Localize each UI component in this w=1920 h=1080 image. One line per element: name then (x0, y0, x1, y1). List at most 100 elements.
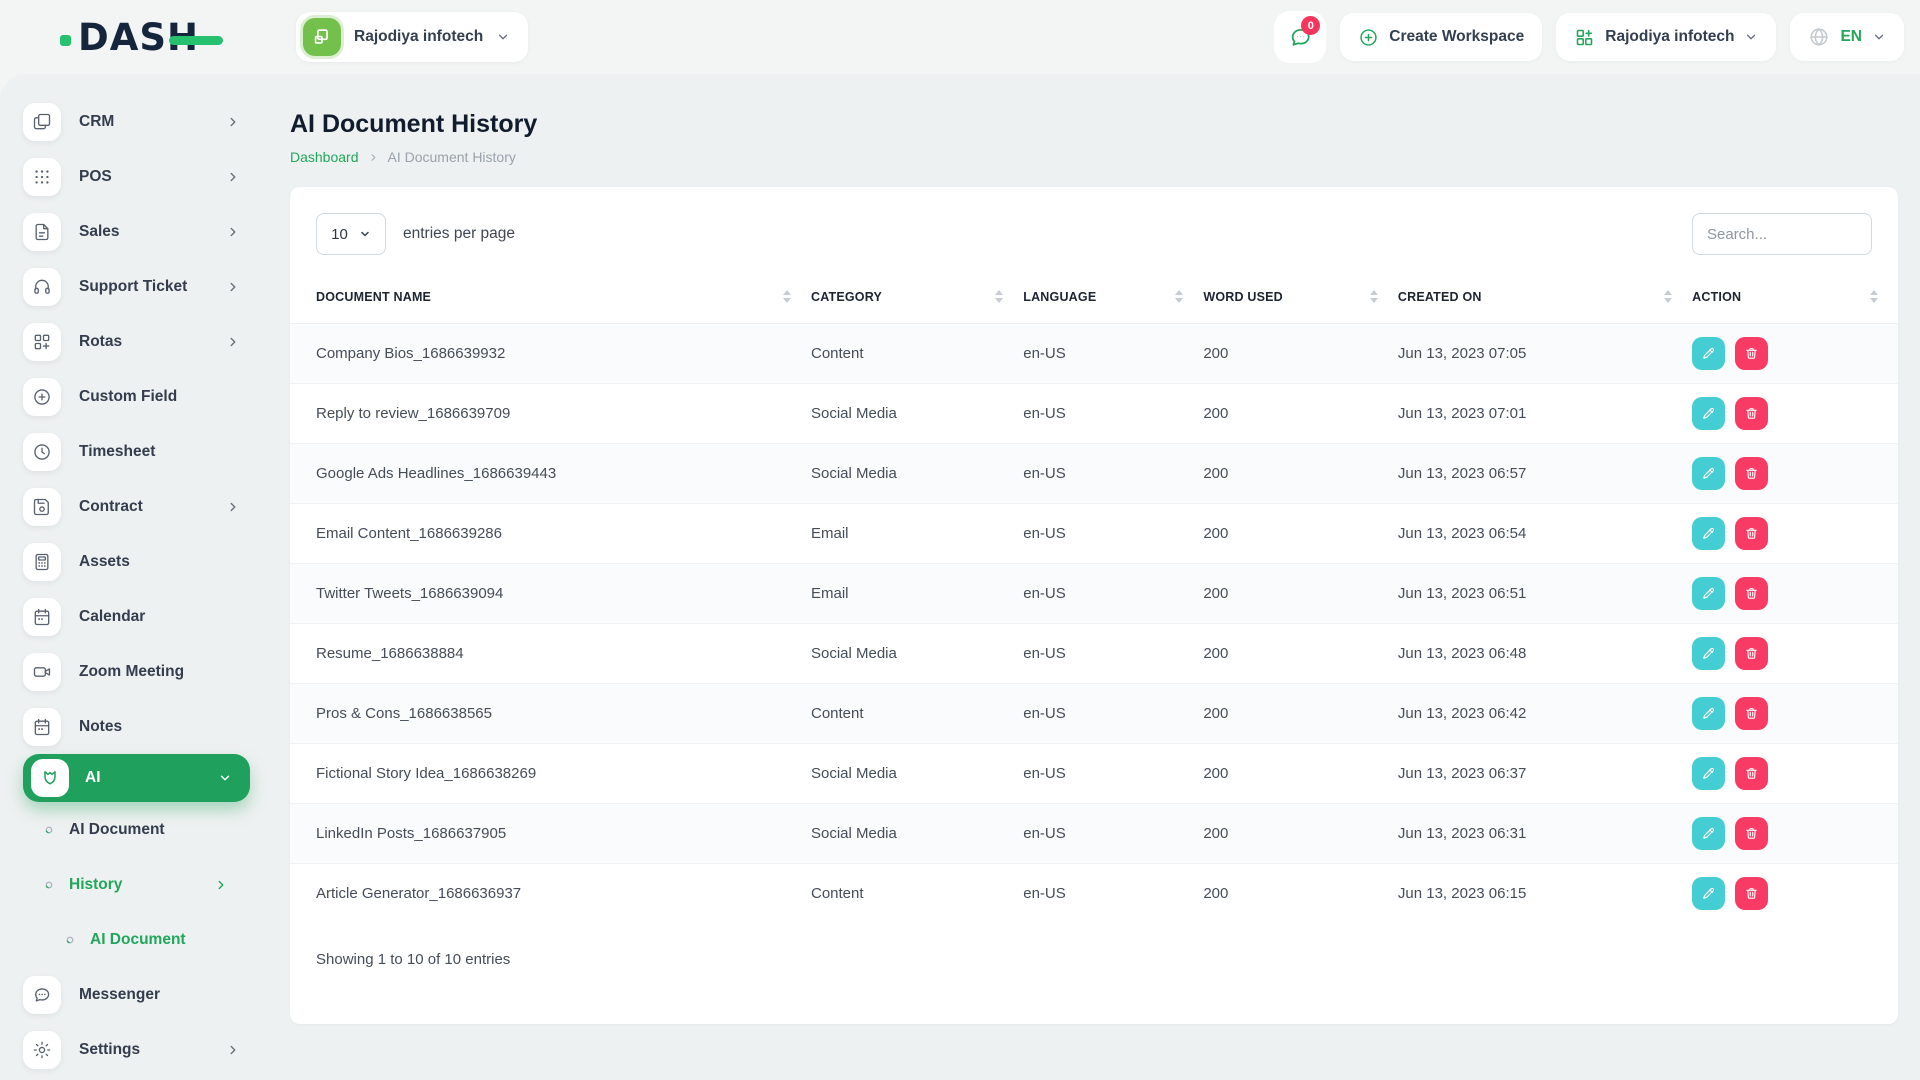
document-name-cell: Article Generator_1686636937 (290, 862, 811, 923)
edit-button[interactable] (1692, 396, 1726, 430)
table-row: Email Content_1686639286 Email en-US 200… (290, 502, 1898, 563)
sidebar-item-crm[interactable]: CRM (0, 94, 260, 149)
sort-icon[interactable] (995, 290, 1004, 304)
calendar-icon (23, 707, 61, 746)
action-cell (1692, 682, 1898, 743)
sidebar-item-ai[interactable]: AI (23, 754, 250, 802)
edit-button[interactable] (1692, 816, 1726, 850)
delete-button[interactable] (1735, 516, 1769, 550)
action-cell (1692, 862, 1898, 923)
chevron-right-icon (226, 280, 240, 294)
sidebar-item-messenger[interactable]: Messenger (0, 967, 260, 1022)
edit-button[interactable] (1692, 516, 1726, 550)
edit-button[interactable] (1692, 636, 1726, 670)
sidebar-subitem-ai-document[interactable]: AI Document (0, 802, 260, 857)
sidebar-item-zoom-meeting[interactable]: Zoom Meeting (0, 644, 260, 699)
sidebar-item-support-ticket[interactable]: Support Ticket (0, 259, 260, 314)
table-footer-status: Showing 1 to 10 of 10 entries (316, 951, 511, 968)
sidebar-item-calendar[interactable]: Calendar (0, 589, 260, 644)
floppy-icon (23, 487, 61, 526)
delete-button[interactable] (1735, 396, 1769, 430)
delete-button[interactable] (1735, 636, 1769, 670)
breadcrumb: Dashboard AI Document History (290, 149, 1898, 165)
language-cell: en-US (1023, 562, 1204, 623)
workspace-menu-label: Rajodiya infotech (1605, 28, 1735, 45)
sort-icon[interactable] (1870, 290, 1878, 304)
sort-icon[interactable] (1175, 290, 1184, 304)
language-cell: en-US (1023, 742, 1204, 803)
chevron-right-icon (368, 152, 379, 163)
entries-per-page-select[interactable]: 10 (316, 213, 386, 255)
document-name-cell: Resume_1686638884 (290, 622, 811, 683)
action-cell (1692, 323, 1898, 383)
edit-button[interactable] (1692, 576, 1726, 610)
sidebar-item-timesheet[interactable]: Timesheet (0, 424, 260, 479)
category-cell: Content (810, 682, 1024, 743)
main-content: AI Document History Dashboard AI Documen… (260, 74, 1920, 1080)
chevron-down-icon (496, 30, 510, 44)
language-selector[interactable]: EN (1790, 13, 1904, 61)
created-on-cell: Jun 13, 2023 06:51 (1397, 562, 1693, 623)
chevron-right-icon (226, 500, 240, 514)
sidebar-item-assets[interactable]: Assets (0, 534, 260, 589)
search-input[interactable] (1692, 213, 1872, 255)
chat-icon (23, 975, 61, 1014)
language-cell: en-US (1023, 382, 1204, 443)
created-on-cell: Jun 13, 2023 06:37 (1397, 742, 1693, 803)
sort-icon[interactable] (1369, 290, 1378, 304)
delete-button[interactable] (1735, 876, 1769, 910)
breadcrumb-dashboard-link[interactable]: Dashboard (290, 149, 359, 165)
edit-button[interactable] (1692, 756, 1726, 790)
delete-button[interactable] (1735, 696, 1769, 730)
sidebar-item-custom-field[interactable]: Custom Field (0, 369, 260, 424)
document-name-cell: Fictional Story Idea_1686638269 (290, 742, 811, 803)
category-cell: Email (810, 562, 1024, 623)
table-row: Reply to review_1686639709 Social Media … (290, 382, 1898, 443)
workspace-switcher[interactable]: Rajodiya infotech (296, 12, 529, 62)
action-cell (1692, 442, 1898, 503)
delete-button[interactable] (1735, 456, 1769, 490)
logo-dot (60, 34, 71, 46)
delete-button[interactable] (1735, 756, 1769, 790)
messages-button[interactable]: 0 (1274, 11, 1327, 63)
action-cell (1692, 382, 1898, 443)
sidebar-subitem-history[interactable]: History (0, 857, 260, 912)
category-cell: Social Media (810, 442, 1024, 503)
action-cell (1692, 742, 1898, 803)
edit-button[interactable] (1692, 696, 1726, 730)
sidebar-item-notes[interactable]: Notes (0, 699, 260, 754)
table-row: LinkedIn Posts_1686637905 Social Media e… (290, 802, 1898, 863)
chevron-right-icon (214, 878, 228, 892)
delete-button[interactable] (1735, 576, 1769, 610)
edit-button[interactable] (1692, 876, 1726, 910)
logo-dash-bar (168, 35, 223, 45)
table-row: Google Ads Headlines_1686639443 Social M… (290, 442, 1898, 503)
workspace-menu-button[interactable]: Rajodiya infotech (1556, 13, 1777, 61)
action-cell (1692, 502, 1898, 563)
column-header-action: ACTION (1692, 271, 1898, 324)
sidebar-item-rotas[interactable]: Rotas (0, 314, 260, 369)
create-workspace-button[interactable]: Create Workspace (1340, 13, 1543, 61)
plus-circle-icon (1358, 27, 1379, 48)
sort-icon[interactable] (1664, 290, 1673, 304)
language-cell: en-US (1023, 502, 1204, 563)
sidebar-item-sales[interactable]: Sales (0, 204, 260, 259)
edit-button[interactable] (1692, 336, 1726, 370)
edit-button[interactable] (1692, 456, 1726, 490)
delete-button[interactable] (1735, 816, 1769, 850)
grid-dots-icon (23, 157, 61, 196)
category-cell: Social Media (810, 382, 1024, 443)
column-header-language: LANGUAGE (1023, 271, 1204, 324)
delete-button[interactable] (1735, 336, 1769, 370)
sidebar-item-contract[interactable]: Contract (0, 479, 260, 534)
language-cell: en-US (1023, 802, 1204, 863)
created-on-cell: Jun 13, 2023 07:05 (1397, 344, 1527, 362)
sidebar-subitem-ai-document[interactable]: AI Document (0, 912, 260, 967)
sidebar-item-settings[interactable]: Settings (0, 1022, 260, 1077)
top-right-actions: 0 Create Workspace Rajodiya infotech EN (1274, 11, 1904, 63)
copy-icon (23, 102, 61, 141)
sidebar-item-pos[interactable]: POS (0, 149, 260, 204)
category-cell: Content (810, 344, 864, 362)
sort-icon[interactable] (782, 290, 791, 304)
app-logo[interactable]: DASH (0, 16, 260, 59)
